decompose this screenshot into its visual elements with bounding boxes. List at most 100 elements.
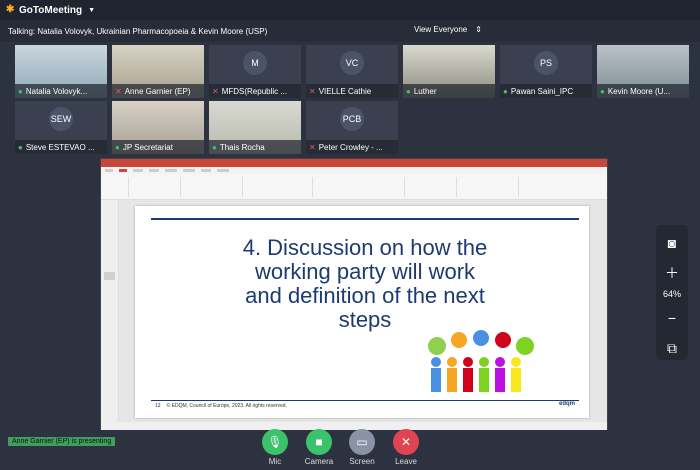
participant-initials: M	[243, 51, 267, 75]
participant-namebar: ✕ Peter Crowley - ...	[306, 140, 398, 154]
person-figure	[479, 368, 489, 392]
bottom-bar: Anne Garnier (EP) is presenting 🎙 Mic ■ …	[0, 429, 700, 470]
slide-heading-line: and definition of the next	[245, 283, 485, 308]
slide-canvas: 4. Discussion on how the working party w…	[119, 200, 607, 422]
microphone-icon: ●	[18, 142, 23, 152]
presenting-badge: Anne Garnier (EP) is presenting	[8, 437, 116, 446]
microphone-muted-icon: ✕	[212, 86, 219, 96]
leave-button[interactable]: ✕ Leave	[386, 429, 426, 466]
camera-snapshot-icon[interactable]: ◙	[660, 231, 684, 255]
participant-initials: VC	[340, 51, 364, 75]
up-down-arrows-icon: ⇕	[475, 25, 482, 34]
person-figure	[495, 357, 505, 367]
speech-bubble	[495, 332, 511, 348]
close-icon: ✕	[393, 429, 419, 455]
person-figure	[463, 368, 473, 392]
microphone-icon: ●	[115, 142, 120, 152]
participant-tile[interactable]: ✕ Anne Garnier (EP)	[111, 44, 205, 99]
slide-heading-line: 4. Discussion on how the	[242, 235, 488, 260]
chevron-down-icon: ▼	[88, 6, 96, 14]
participant-name: Pawan Saini_IPC	[510, 86, 574, 96]
slide-copyright: © EDQM, Council of Europe, 2023. All rig…	[166, 403, 287, 409]
slide: 4. Discussion on how the working party w…	[135, 206, 589, 418]
participant-name: Steve ESTEVAO ...	[25, 142, 95, 152]
participant-tile[interactable]: ● Luther	[402, 44, 496, 99]
microphone-muted-icon: ✕	[309, 142, 316, 152]
participant-tile[interactable]: M ✕ MFDS(Republic ...	[208, 44, 302, 99]
participant-namebar: ✕ Anne Garnier (EP)	[112, 84, 204, 98]
participant-name: Natalia Volovyk...	[25, 86, 88, 96]
slide-number: 12	[155, 403, 161, 409]
participant-tile[interactable]: ● Natalia Volovyk...	[14, 44, 108, 99]
slide-footer-rule	[151, 400, 579, 401]
participant-tile[interactable]: ● Kevin Moore (U...	[596, 44, 690, 99]
zoom-out-icon[interactable]: −	[660, 306, 684, 330]
zoom-in-icon[interactable]: ＋	[660, 261, 684, 285]
talking-indicator: Talking: Natalia Volovyk, Ukrainian Phar…	[8, 26, 268, 36]
person-figure	[431, 357, 441, 367]
slide-heading: 4. Discussion on how the working party w…	[175, 236, 555, 332]
participant-initials: SEW	[49, 107, 73, 131]
screen-button[interactable]: ▭ Screen	[342, 429, 382, 466]
participant-name: Anne Garnier (EP)	[124, 86, 191, 96]
slide-heading-line: steps	[338, 307, 392, 332]
participant-namebar: ● Thais Rocha	[209, 140, 301, 154]
app-menu-button[interactable]: ✱ GoToMeeting ▼	[6, 5, 95, 16]
screen-label: Screen	[349, 457, 375, 466]
participant-name: VIELLE Cathie	[318, 86, 372, 96]
video-camera-icon: ■	[306, 429, 332, 455]
participant-tile[interactable]: VC ✕ VIELLE Cathie	[305, 44, 399, 99]
participant-name: MFDS(Republic ...	[221, 86, 288, 96]
shared-screen[interactable]: 4. Discussion on how the working party w…	[100, 158, 608, 430]
slide-footer: 12 © EDQM, Council of Europe, 2023. All …	[155, 403, 287, 409]
person-figure	[447, 357, 457, 367]
participant-namebar: ● JP Secretariat	[112, 140, 204, 154]
gotomeeting-logo-icon: ✱	[6, 4, 15, 15]
participant-name: Luther	[413, 86, 437, 96]
screen-share-icon: ▭	[349, 429, 375, 455]
participant-tile[interactable]: ● JP Secretariat	[111, 100, 205, 155]
participant-namebar: ● Kevin Moore (U...	[597, 84, 689, 98]
microphone-icon: 🎙	[262, 429, 288, 455]
mic-button[interactable]: 🎙 Mic	[255, 429, 295, 466]
talking-bar: Talking: Natalia Volovyk, Ukrainian Phar…	[0, 20, 700, 42]
person-figure	[495, 368, 505, 392]
slide-heading-line: working party will work	[254, 259, 476, 284]
participant-tile[interactable]: SEW ● Steve ESTEVAO ...	[14, 100, 108, 155]
speech-bubble	[473, 330, 489, 346]
pop-out-icon[interactable]: ⧉	[660, 336, 684, 360]
people-communication-illustration	[428, 330, 534, 392]
person-figure	[511, 368, 521, 392]
microphone-icon: ●	[406, 86, 411, 96]
participant-name: Thais Rocha	[219, 142, 265, 152]
slide-top-rule	[151, 218, 579, 220]
microphone-icon: ●	[600, 86, 605, 96]
participant-initials: PCB	[340, 107, 364, 131]
participant-namebar: ● Luther	[403, 84, 495, 98]
view-selector[interactable]: View Everyone ⇕	[414, 25, 482, 34]
participant-namebar: ● Natalia Volovyk...	[15, 84, 107, 98]
view-selector-label: View Everyone	[414, 25, 468, 34]
screen-tools-panel: ◙ ＋ 64% − ⧉	[656, 225, 688, 360]
participant-tile[interactable]: ● Thais Rocha	[208, 100, 302, 155]
person-figure	[431, 368, 441, 392]
participant-tile[interactable]: PCB ✕ Peter Crowley - ...	[305, 100, 399, 155]
microphone-icon: ●	[503, 86, 508, 96]
microphone-icon: ●	[18, 86, 23, 96]
camera-button[interactable]: ■ Camera	[299, 429, 339, 466]
participant-name: Kevin Moore (U...	[607, 86, 671, 96]
shared-window-ribbon	[101, 174, 607, 200]
microphone-icon: ●	[212, 142, 217, 152]
person-figure	[511, 357, 521, 367]
speech-bubble	[516, 337, 534, 355]
person-figure	[463, 357, 473, 367]
microphone-muted-icon: ✕	[309, 86, 316, 96]
participant-namebar: ● Steve ESTEVAO ...	[15, 140, 107, 154]
mic-label: Mic	[268, 457, 282, 466]
person-figure	[479, 357, 489, 367]
participant-tile[interactable]: PS ● Pawan Saini_IPC	[499, 44, 593, 99]
shared-window-titlebar	[101, 159, 607, 167]
slide-thumbnail-strip	[101, 200, 119, 422]
zoom-level: 64%	[662, 288, 681, 299]
participant-initials: PS	[534, 51, 558, 75]
